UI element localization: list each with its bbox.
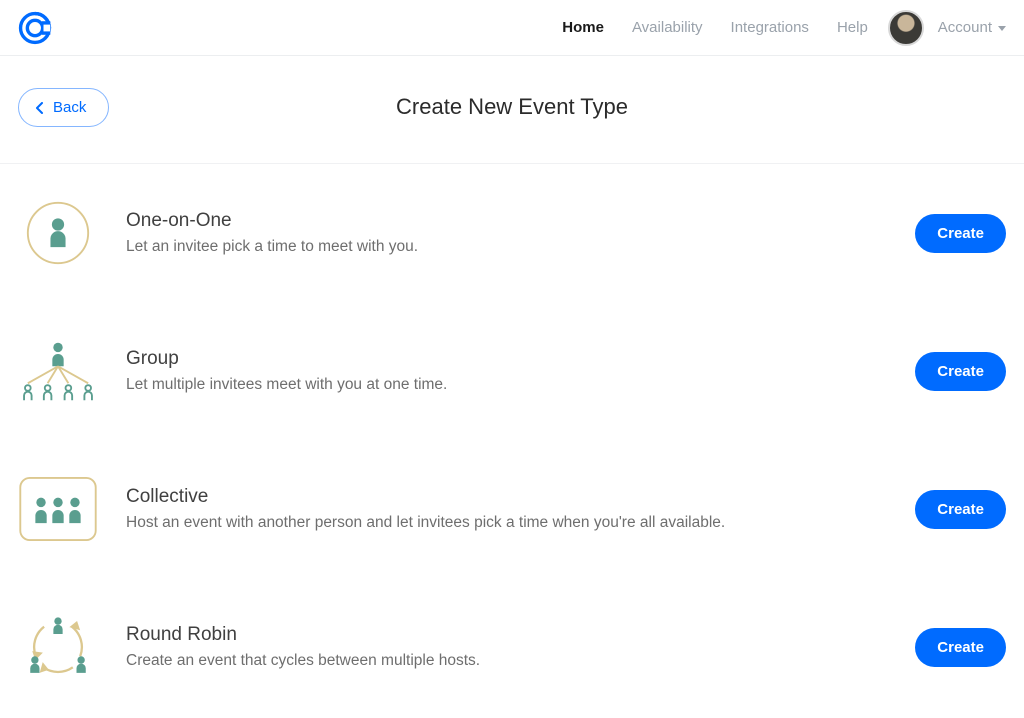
event-row-one-on-one: One-on-One Let an invitee pick a time to… [18,164,1006,302]
create-button-one-on-one[interactable]: Create [915,214,1006,253]
round-robin-icon [18,612,98,682]
nav-home[interactable]: Home [562,19,604,36]
chevron-down-icon [998,26,1006,31]
event-row-group: Group Let multiple invitees meet with yo… [18,302,1006,440]
back-label: Back [53,99,86,116]
event-row-collective: Collective Host an event with another pe… [18,440,1006,578]
event-description: Host an event with another person and le… [126,514,915,532]
create-button-group[interactable]: Create [915,352,1006,391]
page-header: Back Create New Event Type [0,56,1024,164]
page-title: Create New Event Type [396,94,628,120]
event-description: Let multiple invitees meet with you at o… [126,376,915,394]
chevron-left-icon [35,102,45,114]
event-title: Round Robin [126,624,915,646]
event-row-round-robin: Round Robin Create an event that cycles … [18,578,1006,716]
account-menu[interactable]: Account [938,19,1006,36]
create-button-collective[interactable]: Create [915,490,1006,529]
nav-help[interactable]: Help [837,19,868,36]
event-type-list: One-on-One Let an invitee pick a time to… [0,164,1024,716]
group-icon [18,336,98,406]
one-on-one-icon [18,198,98,268]
event-description: Let an invitee pick a time to meet with … [126,238,915,256]
top-nav: Home Availability Integrations Help Acco… [0,0,1024,56]
collective-icon [18,474,98,544]
avatar[interactable] [888,10,924,46]
event-title: Group [126,348,915,370]
nav-availability[interactable]: Availability [632,19,703,36]
event-title: One-on-One [126,210,915,232]
create-button-round-robin[interactable]: Create [915,628,1006,667]
event-title: Collective [126,486,915,508]
nav-links: Home Availability Integrations Help [562,19,868,36]
brand-logo-icon[interactable] [18,11,52,45]
nav-integrations[interactable]: Integrations [731,19,809,36]
account-label: Account [938,19,992,36]
back-button[interactable]: Back [18,88,109,127]
event-description: Create an event that cycles between mult… [126,652,915,670]
